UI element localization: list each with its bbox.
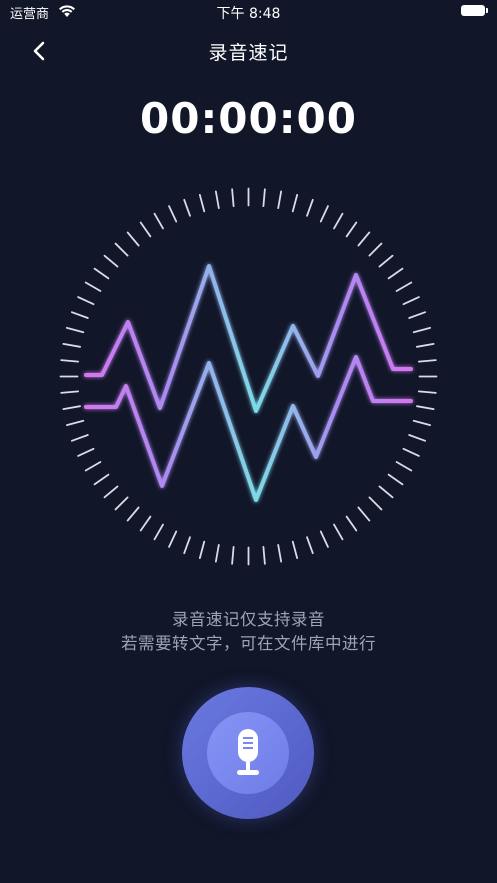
tick-mark	[333, 212, 344, 230]
tick-mark	[277, 190, 283, 210]
tick-mark	[168, 205, 178, 223]
tick-mark	[378, 485, 394, 499]
tick-mark	[345, 221, 358, 238]
waveform-line-top	[84, 264, 413, 413]
tick-mark	[183, 198, 191, 217]
tick-mark	[62, 342, 82, 348]
tick-mark	[345, 515, 358, 532]
tick-mark	[333, 523, 344, 541]
tick-mark	[357, 231, 371, 247]
tick-mark	[214, 190, 220, 210]
page-title: 录音速记	[208, 42, 289, 64]
tick-mark	[395, 461, 413, 472]
tick-mark	[395, 281, 413, 292]
tick-mark	[62, 405, 82, 411]
hint-line-2: 若需要转文字，可在文件库中进行	[121, 634, 376, 653]
tick-mark	[291, 194, 299, 213]
tick-mark	[412, 326, 431, 334]
battery-icon	[461, 5, 488, 16]
tick-mark	[387, 267, 404, 280]
tick-mark	[262, 188, 266, 208]
tick-mark	[66, 326, 85, 334]
tick-mark	[183, 536, 191, 555]
tick-mark	[368, 242, 383, 257]
tick-mark	[415, 342, 435, 348]
tick-mark	[103, 485, 119, 499]
tick-ring	[59, 187, 438, 566]
tick-mark	[387, 473, 404, 486]
tick-mark	[402, 296, 420, 306]
tick-mark	[408, 311, 427, 319]
tick-mark	[70, 311, 89, 319]
tick-mark	[114, 242, 129, 257]
status-time: 下午 8:48	[216, 6, 281, 22]
tick-mark	[231, 545, 235, 565]
tick-mark	[70, 434, 89, 442]
navigation-bar: 录音速记	[0, 28, 497, 72]
tick-mark	[306, 536, 314, 555]
tick-mark	[378, 254, 394, 268]
tick-mark	[417, 390, 437, 394]
recording-timer: 00:00:00	[140, 94, 357, 143]
tick-mark	[214, 543, 220, 563]
tick-mark	[291, 540, 299, 559]
microphone-icon	[237, 729, 259, 775]
tick-mark	[306, 198, 314, 217]
tick-mark	[60, 359, 80, 363]
tick-mark	[402, 447, 420, 457]
tick-mark	[77, 296, 95, 306]
tick-mark	[139, 515, 152, 532]
tick-mark	[77, 447, 95, 457]
tick-mark	[60, 390, 80, 394]
tick-mark	[126, 231, 140, 247]
tick-mark	[319, 530, 329, 548]
tick-mark	[103, 254, 119, 268]
hint-line-1: 录音速记仅支持录音	[172, 610, 325, 629]
waveform-line-bottom	[84, 355, 413, 502]
tick-mark	[412, 419, 431, 427]
tick-mark	[262, 545, 266, 565]
tick-mark	[408, 434, 427, 442]
record-button[interactable]	[182, 687, 314, 819]
tick-mark	[93, 267, 110, 280]
tick-mark	[153, 523, 164, 541]
tick-mark	[368, 496, 383, 511]
tick-mark	[66, 419, 85, 427]
status-bar: 运营商 下午 8:48	[0, 0, 497, 24]
tick-mark	[84, 461, 102, 472]
audio-waveform-icon	[59, 187, 438, 566]
tick-mark	[168, 530, 178, 548]
tick-mark	[415, 405, 435, 411]
tick-mark	[139, 221, 152, 238]
tick-mark	[153, 212, 164, 230]
tick-mark	[198, 540, 206, 559]
tick-mark	[277, 543, 283, 563]
tick-mark	[114, 496, 129, 511]
tick-mark	[126, 506, 140, 522]
tick-mark	[84, 281, 102, 292]
tick-mark	[198, 194, 206, 213]
tick-mark	[417, 359, 437, 363]
tick-mark	[357, 506, 371, 522]
record-button-inner	[207, 712, 289, 794]
tick-mark	[319, 205, 329, 223]
tick-mark	[93, 473, 110, 486]
tick-mark	[231, 188, 235, 208]
